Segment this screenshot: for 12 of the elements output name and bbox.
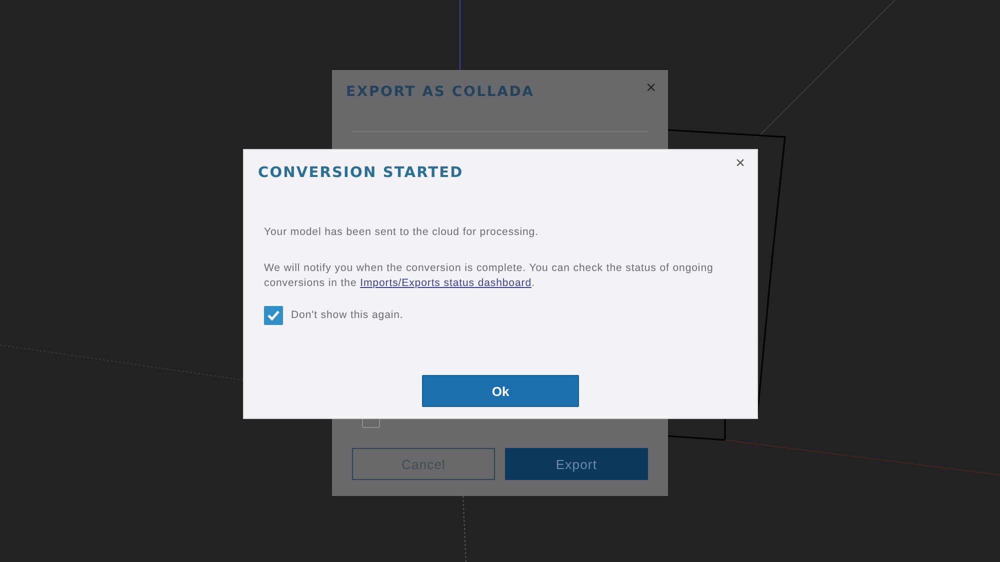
checkbox-label: Don't show this again.	[291, 308, 404, 323]
message-text: Your model has been sent to the cloud for processing.	[264, 225, 540, 240]
dashboard-link[interactable]: Imports/Exports status dashboard	[360, 277, 532, 289]
export-button[interactable]: Export	[505, 448, 648, 480]
ok-button[interactable]: Ok	[422, 375, 579, 407]
close-button[interactable]: ×	[736, 156, 745, 172]
checkbox[interactable]	[264, 306, 283, 325]
check-icon	[267, 310, 280, 321]
notice-text: We will notify you when the conversion is complete. You can check the status of ongoing conversions in the Imports/Exports status dashboard.	[264, 261, 714, 291]
dialog-title: CONVERSION STARTED	[258, 164, 464, 183]
dialog-title: EXPORT AS COLLADA	[346, 83, 536, 102]
close-button[interactable]: ×	[646, 79, 656, 96]
